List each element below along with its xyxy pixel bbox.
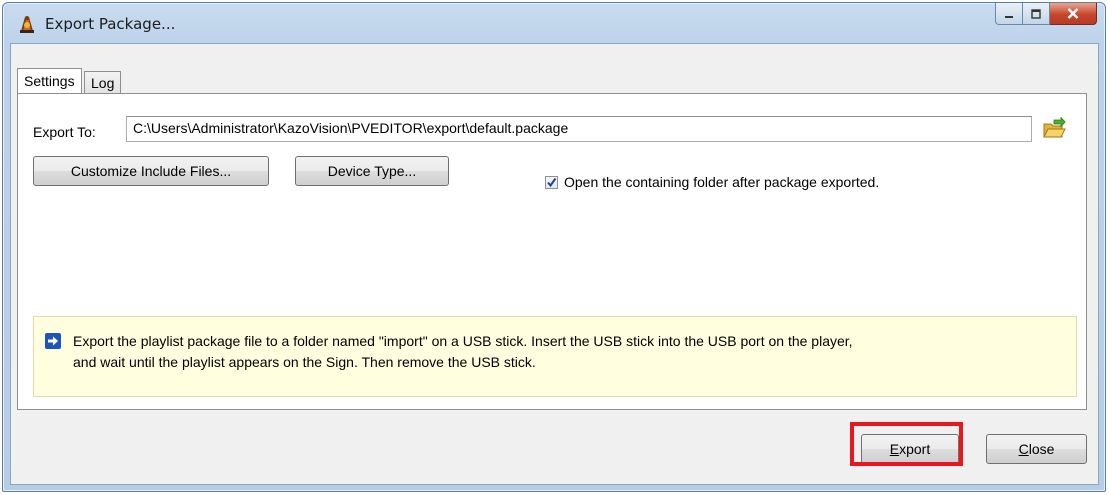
open-folder-checkbox[interactable] bbox=[545, 175, 558, 189]
maximize-icon bbox=[1031, 6, 1041, 22]
close-icon bbox=[1067, 6, 1079, 22]
open-folder-checkbox-label: Open the containing folder after package… bbox=[564, 174, 880, 190]
export-path-field[interactable]: C:\Users\Administrator\KazoVision\PVEDIT… bbox=[126, 116, 1032, 142]
caption-buttons bbox=[995, 3, 1097, 25]
minimize-button[interactable] bbox=[995, 3, 1023, 25]
minimize-icon bbox=[1004, 6, 1014, 22]
arrow-right-icon bbox=[45, 333, 61, 349]
app-icon bbox=[17, 14, 37, 34]
tab-log[interactable]: Log bbox=[84, 71, 122, 93]
device-type-button[interactable]: Device Type... bbox=[295, 156, 449, 186]
tab-settings[interactable]: Settings bbox=[17, 68, 82, 93]
dialog-client-area: Settings Log Export To: C:\Users\Adminis… bbox=[10, 43, 1099, 485]
info-line-2: and wait until the playlist appears on t… bbox=[73, 354, 536, 370]
title-bar[interactable]: Export Package... bbox=[3, 3, 1105, 43]
export-package-window: Export Package... Settings Log Export To… bbox=[2, 2, 1106, 492]
close-button[interactable]: Close bbox=[986, 434, 1087, 464]
tab-label: Settings bbox=[24, 73, 75, 89]
close-label: lose bbox=[1028, 441, 1055, 457]
customize-include-files-button[interactable]: Customize Include Files... bbox=[33, 156, 269, 186]
maximize-button[interactable] bbox=[1023, 3, 1050, 25]
info-message: Export the playlist package file to a fo… bbox=[73, 331, 1062, 373]
export-button-highlight bbox=[850, 422, 963, 466]
info-line-1: Export the playlist package file to a fo… bbox=[73, 333, 853, 349]
tab-label: Log bbox=[91, 74, 115, 91]
export-to-label: Export To: bbox=[33, 124, 96, 140]
info-box: Export the playlist package file to a fo… bbox=[33, 316, 1077, 397]
settings-panel: Export To: C:\Users\Administrator\KazoVi… bbox=[17, 93, 1087, 410]
close-mnemonic: C bbox=[1018, 441, 1029, 457]
close-window-button[interactable] bbox=[1050, 3, 1097, 25]
open-folder-icon[interactable] bbox=[1042, 116, 1066, 141]
open-folder-option[interactable]: Open the containing folder after package… bbox=[545, 174, 879, 190]
window-title: Export Package... bbox=[45, 15, 176, 33]
